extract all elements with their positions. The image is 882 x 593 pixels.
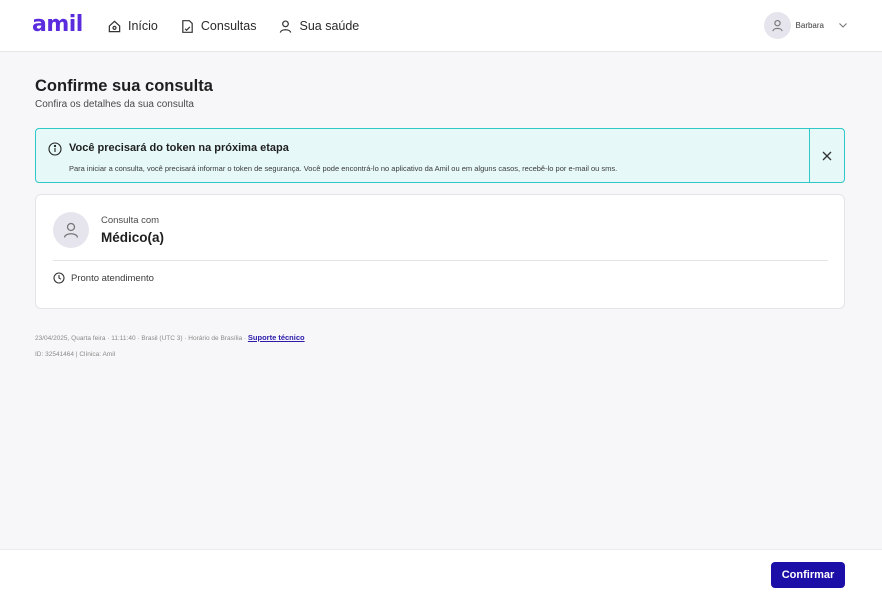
top-header: amil Início Consultas Sua saúde Barbara (0, 0, 882, 52)
nav-item-sua-saude[interactable]: Sua saúde (278, 19, 359, 34)
home-icon (108, 20, 121, 32)
user-name: Barbara (795, 21, 824, 30)
schedule-text: Pronto atendimento (71, 273, 154, 284)
nav-item-inicio[interactable]: Início (107, 19, 158, 34)
nav-item-consultas[interactable]: Consultas (180, 19, 257, 34)
nav-label: Sua saúde (299, 19, 360, 33)
nav-label: Início (128, 19, 158, 33)
chevron-down-icon[interactable] (838, 17, 848, 35)
page-subtitle: Confira os detalhes da sua consulta (35, 99, 194, 110)
consult-label: Consulta com (101, 215, 160, 226)
alert-title: Você precisará do token na próxima etapa (69, 142, 289, 154)
support-link[interactable]: Suporte técnico (248, 333, 305, 342)
close-icon[interactable] (820, 149, 834, 163)
doctor-avatar (53, 212, 89, 248)
bottom-action-bar: Confirmar (0, 549, 882, 593)
avatar (763, 12, 791, 39)
user-menu[interactable]: Barbara (763, 12, 848, 39)
info-icon (48, 142, 62, 156)
main-nav: Início Consultas Sua saúde (107, 0, 381, 52)
alert-text: Para iniciar a consulta, você precisará … (69, 164, 618, 173)
clock-icon (53, 272, 65, 284)
footer-id: ID: 32541464 | Clínica: Amil (35, 351, 116, 358)
footer-datetime: 23/04/2025, Quarta feira · 11:11:40 · Br… (35, 333, 305, 342)
amil-logo[interactable]: amil (32, 12, 83, 37)
page-title: Confirme sua consulta (35, 77, 213, 95)
person-icon (280, 19, 292, 33)
token-alert: Você precisará do token na próxima etapa… (35, 128, 845, 183)
user-avatar-icon (63, 222, 79, 238)
confirm-button[interactable]: Confirmar (771, 562, 845, 588)
document-icon (182, 19, 193, 33)
alert-divider (809, 129, 810, 182)
nav-label: Consultas (200, 19, 257, 33)
datetime-text: 23/04/2025, Quarta feira · 11:11:40 · Br… (35, 335, 247, 342)
consultation-card: Consulta com Médico(a) Pronto atendiment… (35, 194, 845, 309)
doctor-name: Médico(a) (101, 230, 165, 245)
app-root: amil Início Consultas Sua saúde Barbara … (0, 0, 882, 593)
user-avatar-icon (771, 19, 783, 32)
card-divider (53, 260, 828, 261)
